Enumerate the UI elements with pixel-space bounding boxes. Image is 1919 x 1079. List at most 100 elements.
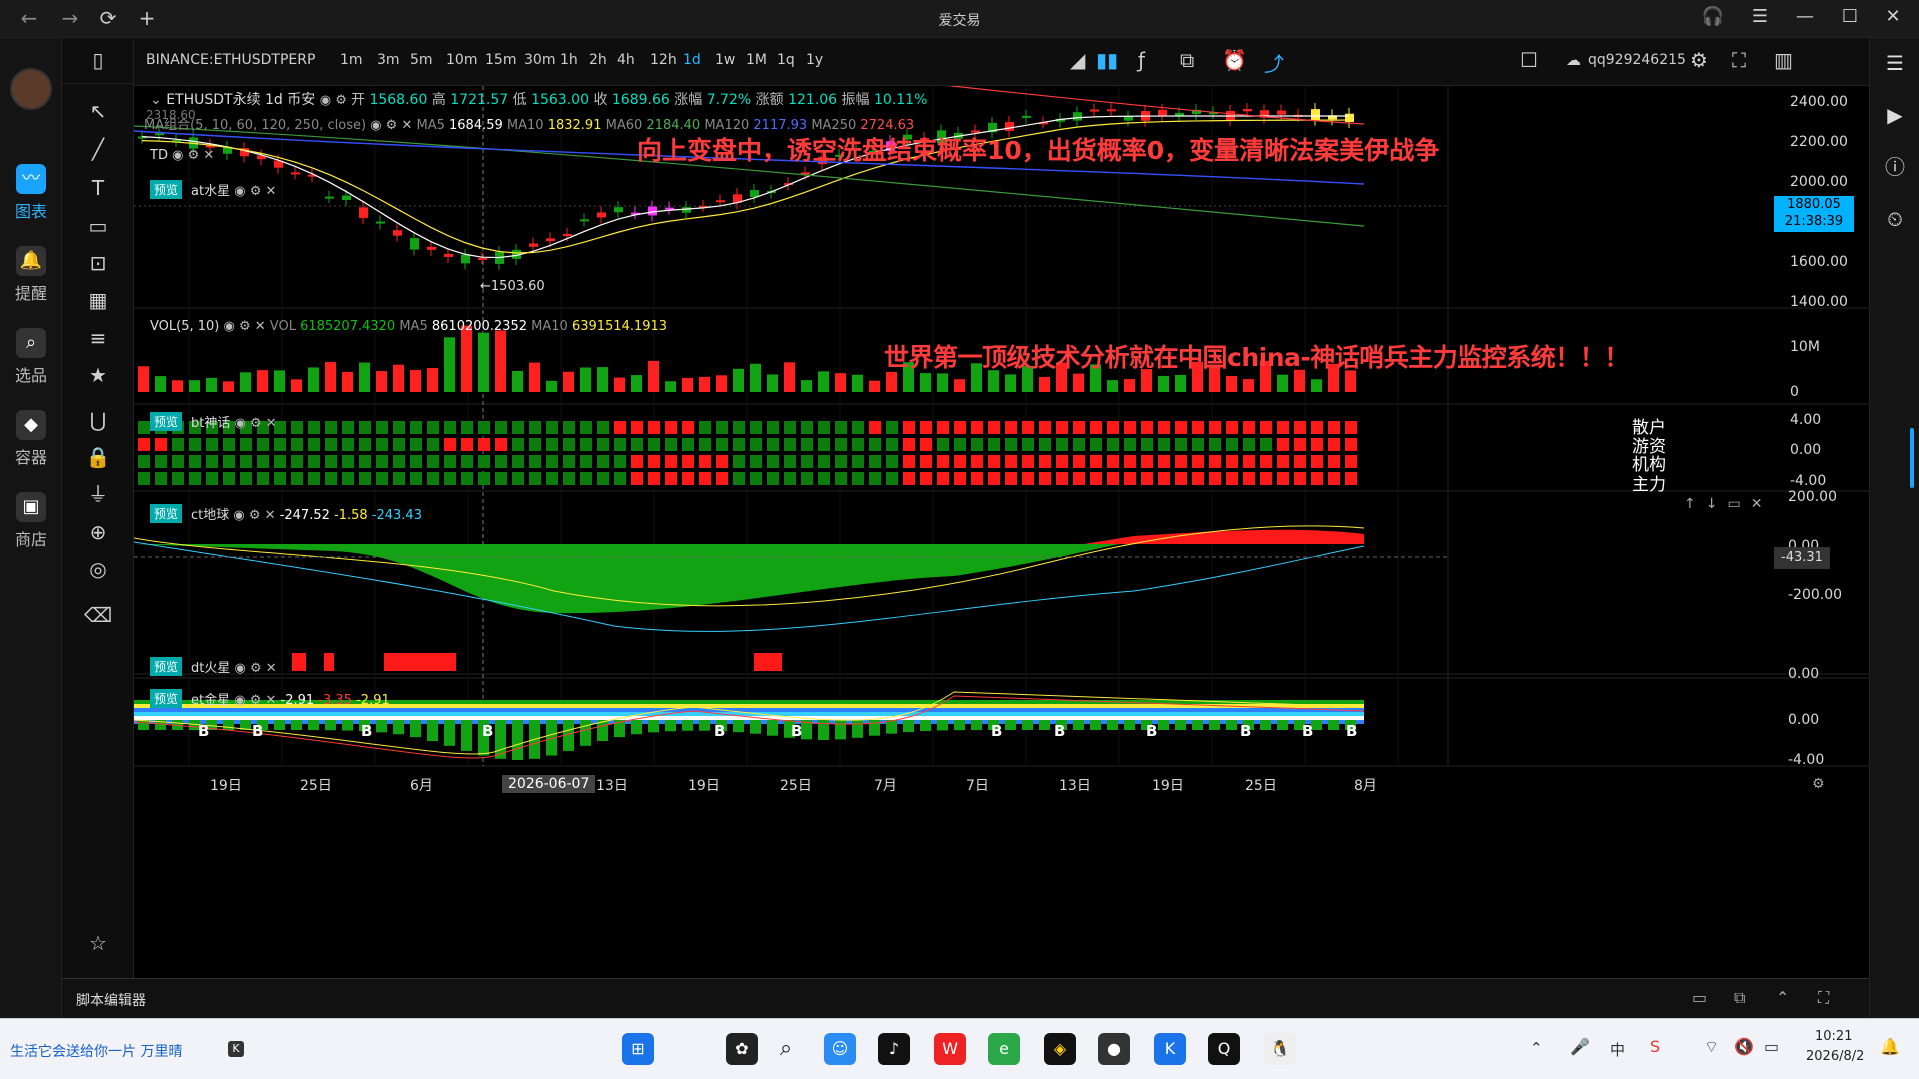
timeframe-1h[interactable]: 1h [560,52,578,68]
user-account[interactable]: qq929246215 [1588,52,1686,68]
tray-app-icon[interactable]: S [1650,1037,1660,1056]
preview-badge[interactable]: 预览 [150,657,183,676]
editor-collapse-icon[interactable]: ⌃ [1776,988,1789,1007]
app-pinwheel-icon[interactable]: ✿ [726,1033,758,1065]
mic-icon[interactable]: 🎤 [1570,1037,1590,1056]
k-icon[interactable]: K [228,1041,244,1057]
timeframe-3m[interactable]: 3m [377,52,400,68]
timeframe-1M[interactable]: 1M [746,52,767,68]
preview-badge[interactable]: 预览 [150,689,183,708]
candle-type-icon[interactable]: ▮▮ [1096,48,1118,72]
app-trade-icon[interactable]: ◈ [1044,1033,1076,1065]
favorite-icon[interactable]: ☆ [80,928,116,958]
reload-button[interactable]: ⟳ [93,6,123,30]
timeframe-1m[interactable]: 1m [340,52,363,68]
layout-icon[interactable]: ☐ [1520,48,1538,72]
cursor-icon[interactable]: ↖ [80,96,116,126]
lock-icon[interactable]: 🔒 [80,442,116,472]
panel-icon[interactable]: ▥ [1774,48,1793,72]
symbol-selector[interactable]: BINANCE:ETHUSDTPERP [146,52,315,68]
app-qc-icon[interactable]: Q [1208,1033,1240,1065]
settings-icon[interactable]: ⚙ [1690,48,1708,72]
axis-settings-icon[interactable]: ⚙ [1812,776,1825,792]
clock-icon[interactable]: ⏲ [1880,204,1910,234]
timeframe-1q[interactable]: 1q [777,52,795,68]
timeframe-15m[interactable]: 15m [485,52,516,68]
volume-bar [529,362,540,392]
info-icon[interactable]: ⓘ [1880,152,1910,182]
sidebar-item-store[interactable]: ▣ 商店 [0,492,62,550]
forward-button[interactable]: → [55,6,85,30]
template-icon[interactable]: ⧉ [1180,48,1194,72]
battery-icon[interactable]: ▭ [1764,1037,1779,1056]
headset-icon[interactable]: 🎧 [1698,6,1728,27]
notification-icon[interactable]: 🔔 [1880,1037,1900,1056]
hide-icon[interactable]: ◎ [80,554,116,584]
back-button[interactable]: ← [14,6,44,30]
timeframe-5m[interactable]: 5m [410,52,433,68]
app-k-icon[interactable]: K [1154,1033,1186,1065]
timeframe-30m[interactable]: 30m [524,52,555,68]
tray-chevron-icon[interactable]: ⌃ [1530,1039,1543,1057]
close-button[interactable]: ✕ [1878,6,1908,27]
avatar[interactable] [10,68,52,110]
filter-icon[interactable]: ⏚ [80,479,116,509]
editor-popout-icon[interactable]: ⧉ [1734,988,1745,1008]
pane-controls[interactable]: ↑↓▭✕ [1684,496,1772,512]
scrollbar[interactable] [1910,428,1914,488]
timeframe-12h[interactable]: 12h [650,52,677,68]
search-icon[interactable]: ⌕ [770,1033,802,1065]
sidebar-item-container[interactable]: ◆ 容器 [0,410,62,468]
magnet-icon[interactable]: ⋃ [80,405,116,435]
replay-icon[interactable]: ⤴ [1264,48,1284,77]
news-ticker[interactable]: 生活它会送给你一片 万里晴 [10,1041,182,1061]
timeframe-2h[interactable]: 2h [589,52,607,68]
app-chat-icon[interactable]: ☺ [824,1033,856,1065]
preview-badge[interactable]: 预览 [150,180,183,199]
qq-icon[interactable]: 🐧 [1264,1033,1296,1065]
timeframe-1y[interactable]: 1y [806,52,823,68]
rect-tool-icon[interactable]: ▭ [80,211,116,241]
menu-button[interactable]: ☰ [1745,6,1775,27]
script-editor-label[interactable]: 脚本编辑器 [76,990,146,1010]
ime-language[interactable]: 中 [1610,1039,1625,1060]
play-icon[interactable]: ▶ [1880,100,1910,130]
preview-badge[interactable]: 预览 [150,412,183,431]
text-tool-icon[interactable]: T [80,173,116,203]
volume-muted-icon[interactable]: 🔇 [1734,1037,1754,1056]
layout-toggle-icon[interactable]: ▯ [62,36,134,84]
timeframe-10m[interactable]: 10m [446,52,477,68]
grid-tool-icon[interactable]: ▦ [80,285,116,315]
edge-icon[interactable]: e [988,1033,1020,1065]
line-tool-icon[interactable]: ╱ [80,134,116,164]
eraser-icon[interactable]: ⌫ [80,600,116,630]
timeframe-1w[interactable]: 1w [715,52,735,68]
fib-tool-icon[interactable]: ≡ [80,323,116,353]
crop-tool-icon[interactable]: ⊡ [80,248,116,278]
sidebar-item-chart[interactable]: 〰 图表 [0,164,62,222]
wifi-icon[interactable]: ⌔ [1704,1037,1719,1057]
app-ball-icon[interactable]: ● [1098,1033,1130,1065]
sidebar-item-select[interactable]: ⌕ 选品 [0,328,62,386]
watchlist-icon[interactable]: ☰ [1880,48,1910,78]
chart-area[interactable]: B B B B B B B B B B B B ⌄ ETHUSDT永续 1d 币安 ◉ ⚙ 开 156… [133,65,1869,978]
maximize-button[interactable]: ☐ [1835,6,1865,27]
timeframe-1d[interactable]: 1d [683,52,701,68]
editor-maximize-icon[interactable]: ⛶ [1818,988,1829,1008]
tiktok-icon[interactable]: ♪ [878,1033,910,1065]
et-bar [410,720,421,738]
editor-layout-icon[interactable]: ▭ [1692,988,1707,1007]
indicator-icon[interactable]: ƒ [1138,48,1145,72]
wps-icon[interactable]: W [934,1033,966,1065]
target-icon[interactable]: ⊕ [80,517,116,547]
star-tool-icon[interactable]: ★ [80,360,116,390]
timeframe-4h[interactable]: 4h [617,52,635,68]
minimize-button[interactable]: — [1790,6,1820,27]
preview-badge[interactable]: 预览 [150,504,183,523]
new-tab-button[interactable]: + [132,6,162,30]
alert-add-icon[interactable]: ⏰ [1222,48,1247,72]
dropdown-icon[interactable]: ◢ [1070,48,1085,72]
sidebar-item-alert[interactable]: 🔔 提醒 [0,246,62,304]
fullscreen-icon[interactable]: ⛶ [1732,48,1746,72]
start-icon[interactable]: ⊞ [622,1033,654,1065]
